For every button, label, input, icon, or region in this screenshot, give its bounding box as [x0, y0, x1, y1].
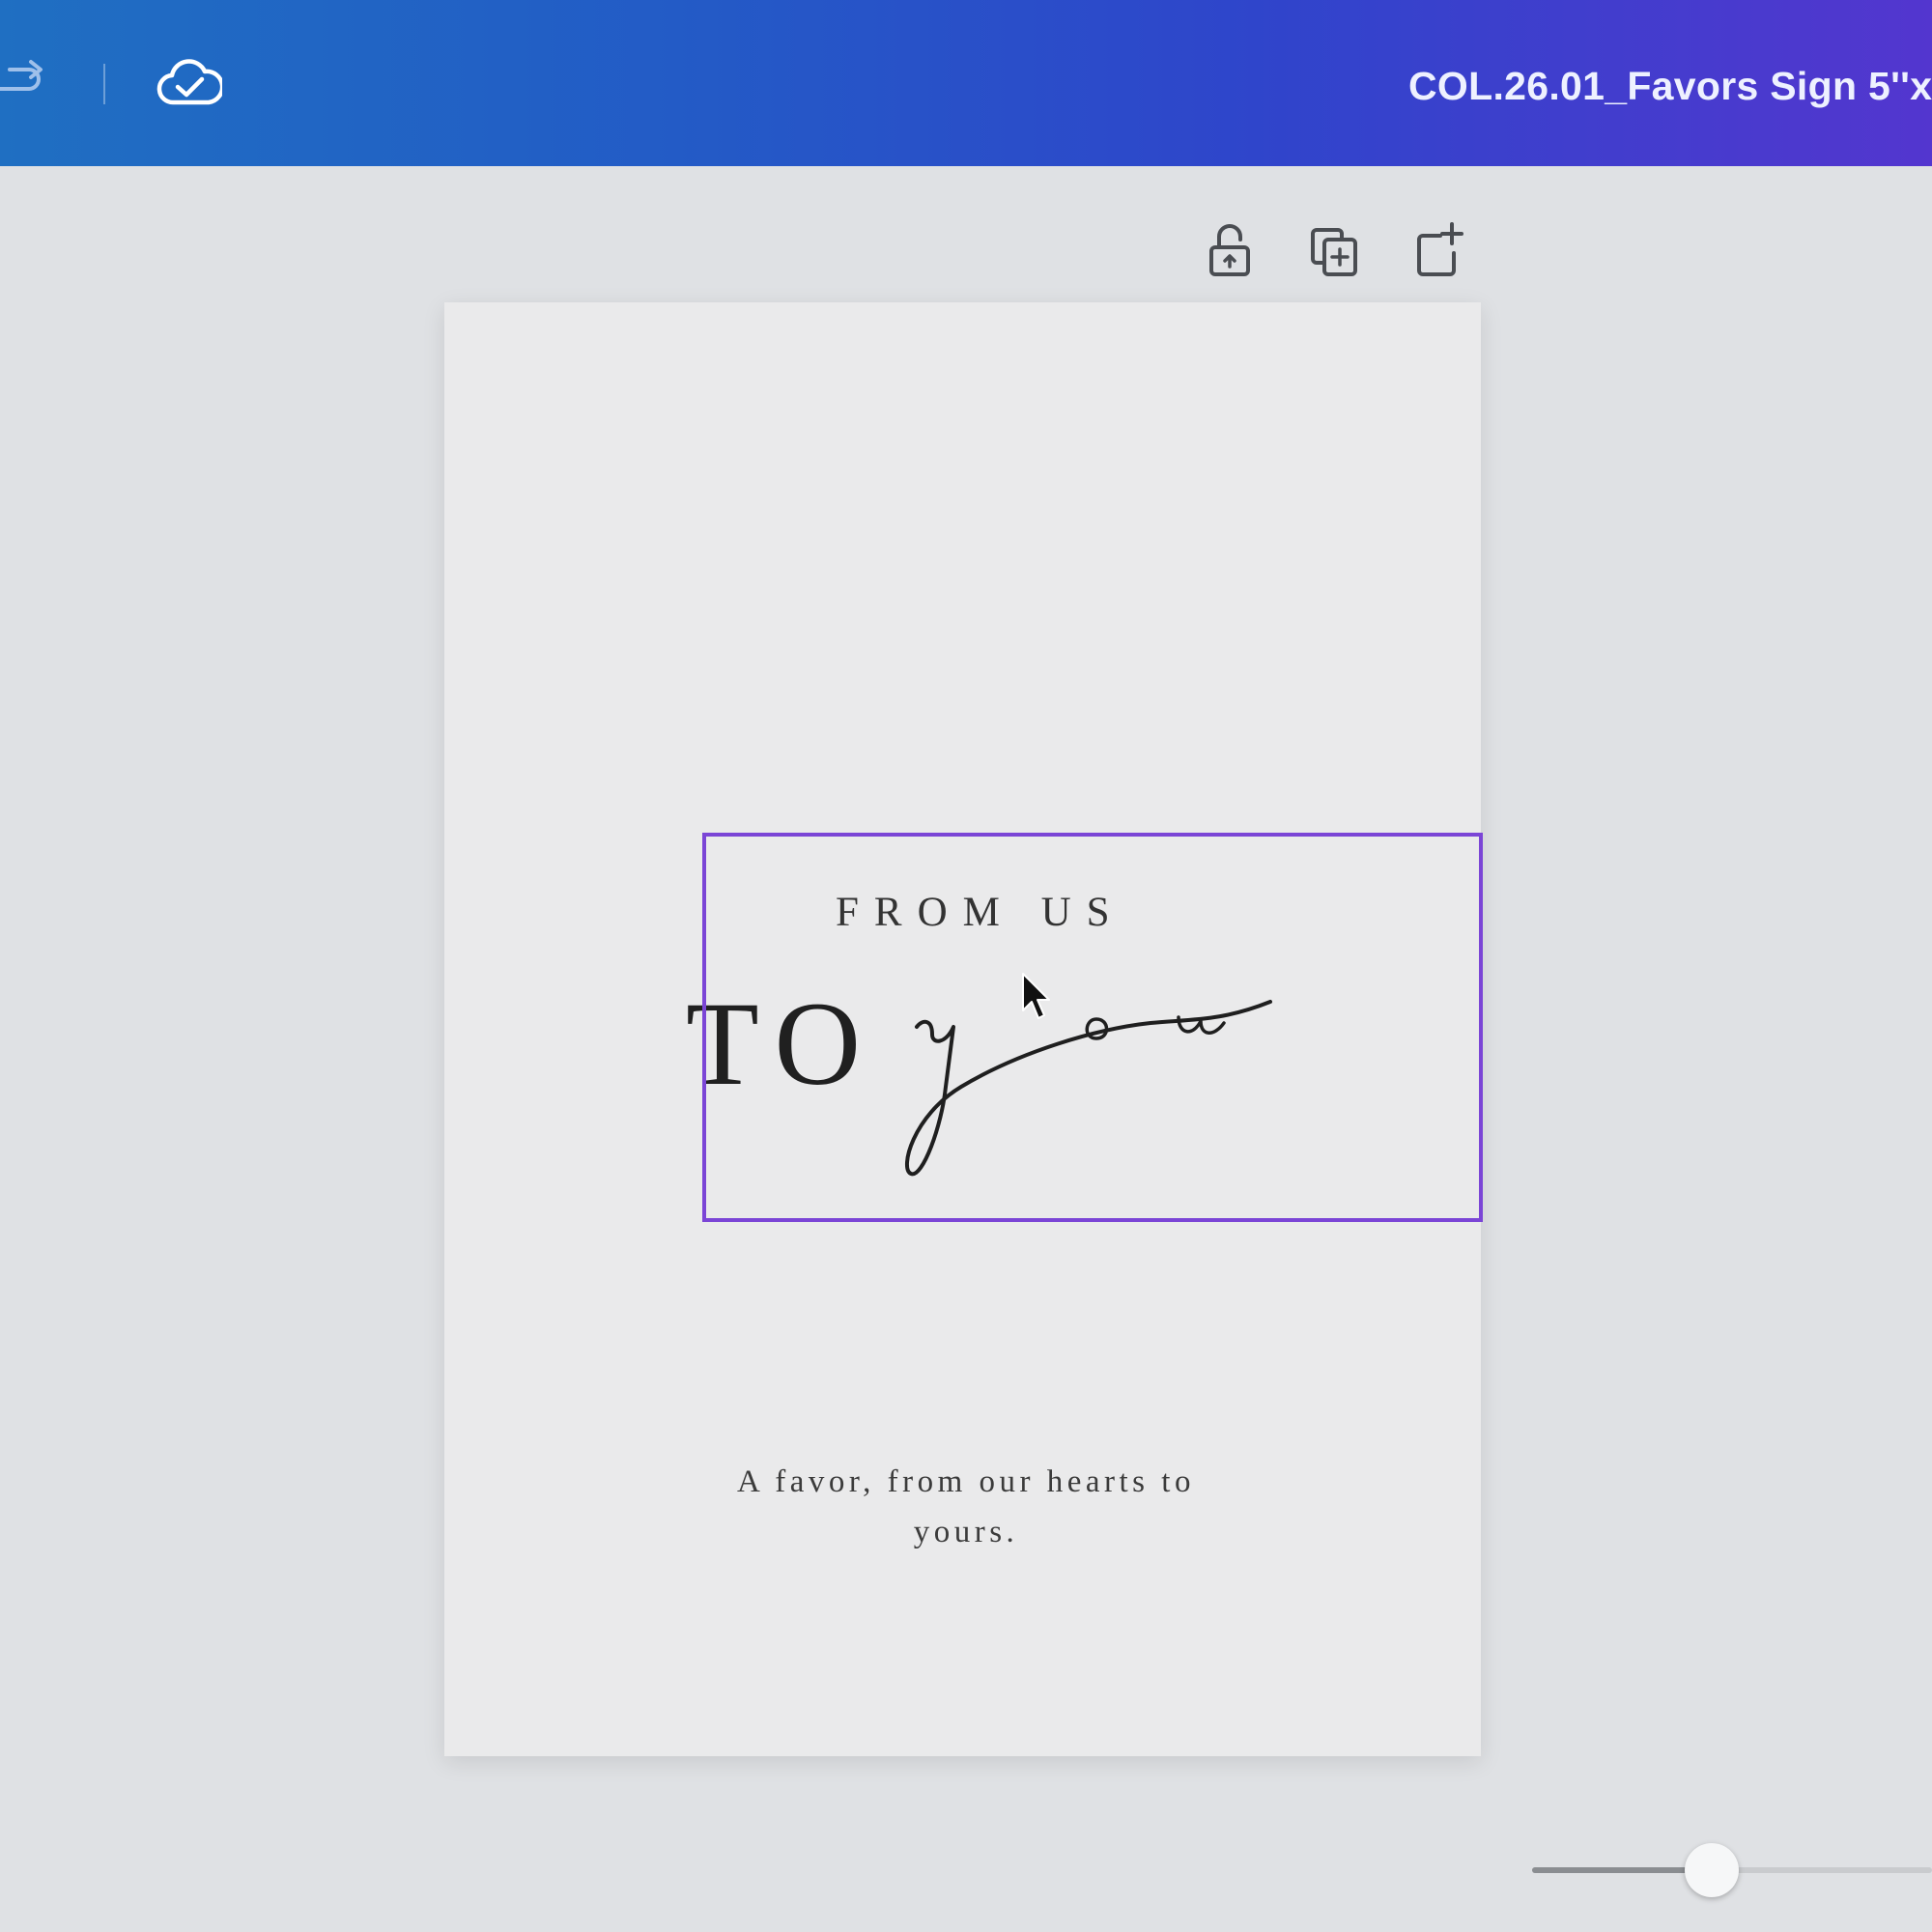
mouse-cursor-icon	[1022, 973, 1050, 1019]
tagline-line-2: yours.	[913, 1515, 1019, 1549]
tagline-text[interactable]: A favor, from our hearts to yours.	[676, 1457, 1256, 1557]
document-title[interactable]: COL.26.01_Favors Sign 5''x	[1408, 64, 1932, 109]
add-page-icon[interactable]	[1411, 218, 1465, 280]
page-tools	[1203, 218, 1492, 280]
duplicate-page-icon[interactable]	[1307, 218, 1361, 280]
toolbar-divider	[103, 64, 105, 104]
cloud-saved-icon[interactable]	[156, 54, 225, 112]
zoom-slider-handle[interactable]	[1685, 1843, 1740, 1897]
top-toolbar: COL.26.01_Favors Sign 5''x	[0, 0, 1932, 166]
tagline-line-1: A favor, from our hearts to	[737, 1464, 1195, 1499]
lock-icon[interactable]	[1203, 218, 1257, 280]
selection-box[interactable]	[702, 833, 1483, 1222]
redo-icon[interactable]	[0, 56, 48, 104]
